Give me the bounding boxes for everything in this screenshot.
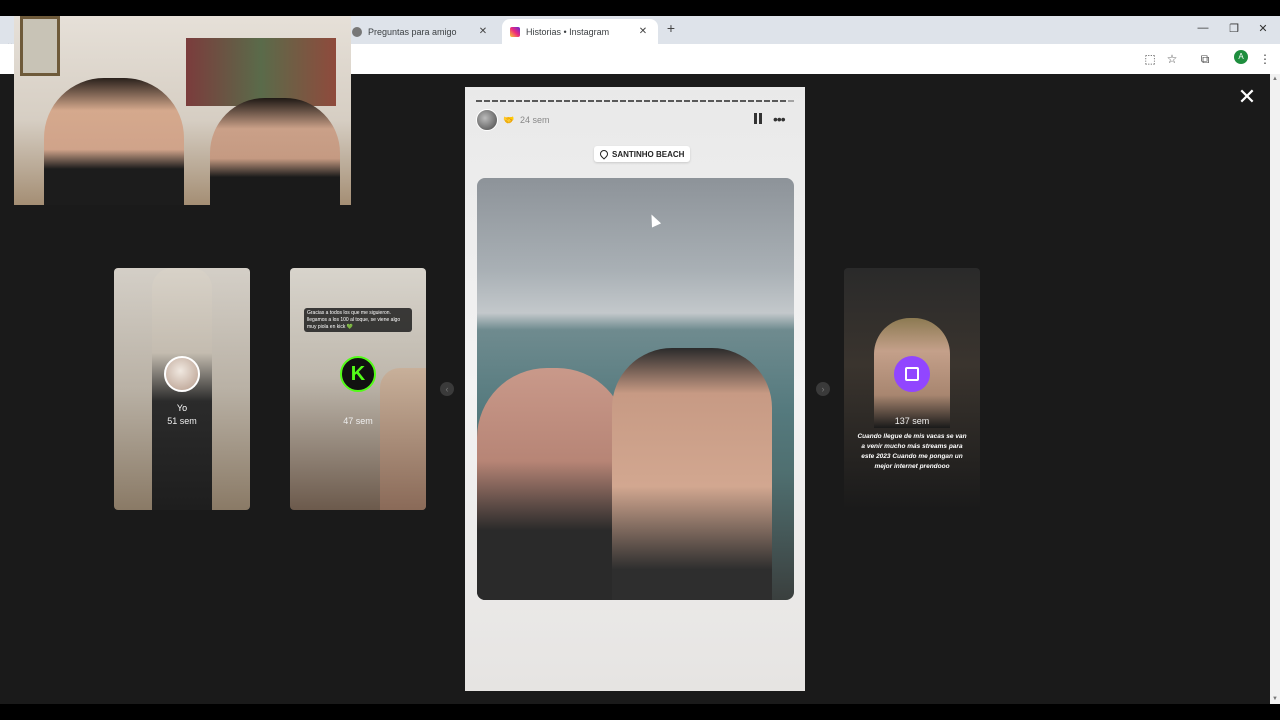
progress-segment [588, 100, 594, 102]
extensions-icon[interactable]: ⧉ [1197, 51, 1213, 67]
progress-segment [516, 100, 522, 102]
side-story-time: 47 sem [343, 416, 373, 426]
streamer-person [44, 78, 184, 205]
progress-segment [532, 100, 538, 102]
side-story-yo[interactable]: Yo 51 sem [114, 268, 250, 510]
progress-segment [676, 100, 682, 102]
streamer-person [210, 98, 340, 205]
progress-segment [780, 100, 786, 102]
wall-poster [186, 38, 336, 106]
progress-segment [628, 100, 634, 102]
progress-segment [756, 100, 762, 102]
progress-segment [572, 100, 578, 102]
progress-segment [612, 100, 618, 102]
progress-segment [716, 100, 722, 102]
screen: ⌄ Preguntas para amigo ✕ Historias • Ins… [0, 0, 1280, 720]
side-story-user: Yo [176, 403, 188, 413]
side-story-twitch[interactable]: 137 sem Cuando llegue de mis vacas se va… [844, 268, 980, 510]
progress-segment [604, 100, 610, 102]
previous-story-button[interactable]: ‹ [440, 382, 454, 396]
photo-person [477, 368, 627, 600]
progress-segment [476, 100, 482, 102]
new-tab-button[interactable]: + [664, 20, 678, 36]
more-options-icon[interactable]: ••• [773, 111, 786, 127]
avatar [164, 356, 200, 392]
window-close-button[interactable]: ✕ [1256, 22, 1270, 35]
progress-segment [636, 100, 642, 102]
location-pin-icon [598, 148, 610, 160]
minimize-button[interactable]: — [1196, 22, 1210, 34]
kick-logo-icon: K [340, 356, 376, 392]
tab-preguntas[interactable]: Preguntas para amigo ✕ [344, 19, 498, 44]
progress-segment [596, 100, 602, 102]
progress-segment [540, 100, 546, 102]
next-story-button[interactable]: › [816, 382, 830, 396]
openai-favicon-icon [352, 26, 362, 37]
location-sticker[interactable]: SANTINHO BEACH [594, 146, 691, 162]
progress-segment [692, 100, 698, 102]
photo-person [612, 348, 772, 600]
pause-icon[interactable] [753, 113, 763, 125]
progress-segment [660, 100, 666, 102]
progress-segment [700, 100, 706, 102]
story-progress-bar [476, 100, 794, 102]
progress-segment [564, 100, 570, 102]
tab-close-icon[interactable]: ✕ [476, 26, 490, 37]
progress-segment [740, 100, 746, 102]
webcam-overlay [14, 16, 351, 205]
progress-segment [684, 100, 690, 102]
progress-segment [484, 100, 490, 102]
scroll-up-icon[interactable]: ▲ [1272, 76, 1278, 82]
progress-segment [492, 100, 498, 102]
progress-segment [548, 100, 554, 102]
side-story-kick[interactable]: Gracias a todos los que me siguieron. ll… [290, 268, 426, 510]
install-icon[interactable]: ⬚ [1142, 51, 1158, 67]
story-emoji: 🤝 [503, 115, 515, 125]
progress-segment [652, 100, 658, 102]
progress-segment [708, 100, 714, 102]
progress-segment [508, 100, 514, 102]
progress-segment [524, 100, 530, 102]
story-time: 24 sem [520, 115, 550, 125]
progress-segment [500, 100, 506, 102]
story-preview-image [380, 368, 426, 510]
progress-segment [556, 100, 562, 102]
restore-button[interactable]: ❐ [1227, 22, 1241, 35]
location-label: SANTINHO BEACH [612, 149, 685, 159]
progress-segment [732, 100, 738, 102]
progress-segment [580, 100, 586, 102]
story-photo [477, 178, 794, 600]
profile-avatar[interactable]: A [1234, 50, 1248, 64]
side-story-time: 51 sem [167, 416, 197, 426]
progress-segment [620, 100, 626, 102]
instagram-favicon-icon [510, 26, 520, 37]
story-overlay-text: Cuando llegue de mis vacas se van a veni… [857, 433, 967, 470]
star-icon[interactable]: ☆ [1164, 51, 1180, 67]
side-story-time: 137 sem [894, 416, 930, 426]
story-overlay-text: Gracias a todos los que me siguieron. ll… [304, 308, 412, 332]
progress-segment [724, 100, 730, 102]
scrollbar[interactable]: ▲ ▼ [1270, 74, 1280, 704]
tab-instagram[interactable]: Historias • Instagram ✕ [502, 19, 658, 44]
wall-frame [20, 16, 60, 76]
twitch-logo-icon [894, 356, 930, 392]
avatar[interactable] [476, 109, 498, 131]
progress-segment [668, 100, 674, 102]
progress-segment [644, 100, 650, 102]
menu-icon[interactable]: ⋮ [1257, 51, 1273, 67]
tab-close-icon[interactable]: ✕ [636, 26, 650, 37]
progress-segment [788, 100, 794, 102]
progress-segment [748, 100, 754, 102]
active-story[interactable]: 🤝 24 sem ••• SANTINHO BEACH [465, 87, 805, 691]
scroll-down-icon[interactable]: ▼ [1272, 696, 1278, 702]
progress-segment [772, 100, 778, 102]
progress-segment [764, 100, 770, 102]
close-viewer-button[interactable]: ✕ [1236, 86, 1258, 108]
